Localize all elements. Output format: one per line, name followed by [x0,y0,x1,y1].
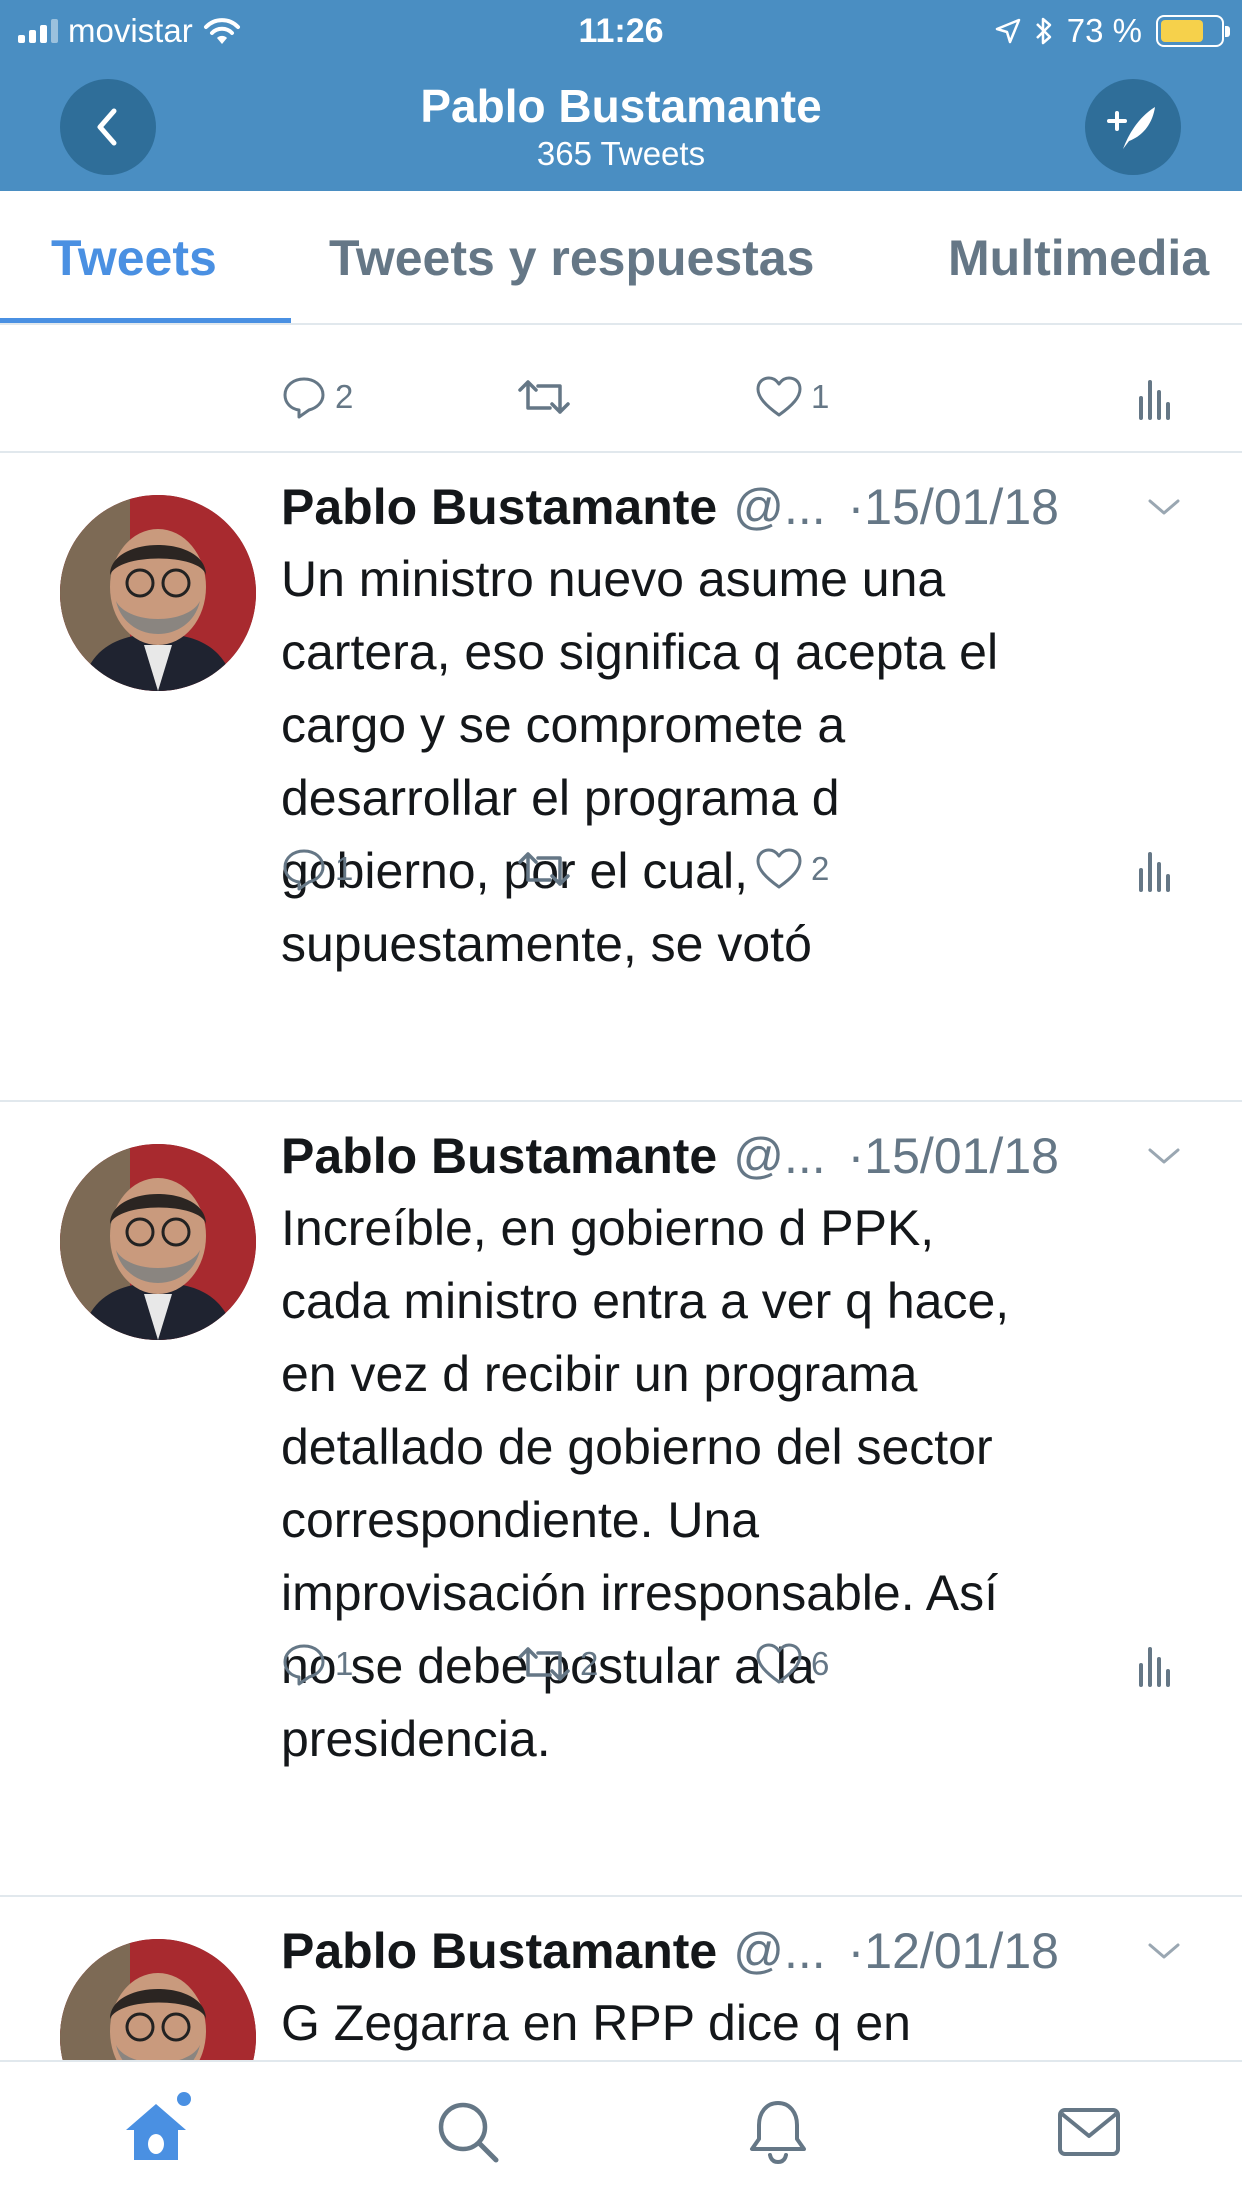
mail-icon [1058,2108,1120,2156]
chevron-down-icon[interactable] [1146,1935,1182,1965]
like-button[interactable]: 2 [755,839,829,899]
reply-icon [283,1644,325,1686]
tweet-author-name[interactable]: Pablo Bustamante [281,1922,717,1980]
heart-icon [756,1643,802,1684]
nav-search[interactable] [408,2062,528,2202]
bluetooth-icon [1035,17,1052,45]
reply-count: 1 [335,850,354,887]
tweet-actions: 1 2 6 [0,1634,1242,1694]
analytics-icon [1139,852,1170,892]
like-count: 2 [811,850,830,887]
analytics-icon [1139,380,1170,420]
header: movistar 11:26 73 % Pablo Bustamante 365… [0,0,1242,191]
like-button[interactable]: 1 [755,367,829,427]
tweet-feed[interactable]: 2 1 Pablo Bustamante @... ·15/01/18 Un m… [0,327,1242,2060]
chevron-down-icon[interactable] [1146,1140,1182,1170]
tweet-actions: 1 2 [0,839,1242,899]
search-icon [438,2102,499,2163]
compose-tweet-button[interactable] [1085,79,1181,175]
home-unread-dot [177,2092,191,2106]
tab-tweets-replies[interactable]: Tweets y respuestas [329,191,814,323]
profile-name-title: Pablo Bustamante [420,80,822,132]
retweet-icon [518,380,570,414]
chevron-down-icon[interactable] [1146,491,1182,521]
retweet-button[interactable] [516,367,580,427]
nav-notifications[interactable] [718,2062,838,2202]
avatar[interactable] [60,495,256,691]
analytics-button[interactable] [1136,1634,1172,1694]
location-arrow-icon [995,18,1021,44]
profile-tabs: Tweets Tweets y respuestas Multimedia [0,191,1242,325]
tab-tweets[interactable]: Tweets [51,191,217,323]
heart-icon [756,376,802,417]
reply-count: 2 [335,378,354,415]
bottom-tab-bar [0,2060,1242,2208]
analytics-icon [1139,1647,1170,1687]
bell-icon [750,2101,806,2165]
tweet-author-handle[interactable]: @... [733,478,825,536]
avatar[interactable] [60,1939,256,2060]
avatar[interactable] [60,1144,256,1340]
like-button[interactable]: 6 [755,1634,829,1694]
like-count: 1 [811,378,830,415]
tweet-author-handle[interactable]: @... [733,1127,825,1185]
tweet-date[interactable]: ·12/01/18 [848,1922,1059,1980]
like-count: 6 [811,1645,830,1682]
tweet-date[interactable]: ·15/01/18 [848,1127,1059,1185]
reply-button[interactable]: 1 [281,1634,353,1694]
analytics-button[interactable] [1136,367,1172,427]
tweet-text: Un ministro nuevo asume una cartera, eso… [281,551,999,972]
tweet-divider [0,451,1242,453]
nav-messages[interactable] [1029,2062,1149,2202]
status-bar: movistar 11:26 73 % [0,0,1242,62]
tweet-actions: 2 1 [0,367,1242,427]
tweet-author-name[interactable]: Pablo Bustamante [281,1127,717,1185]
reply-button[interactable]: 1 [281,839,353,899]
active-tab-indicator [0,318,291,323]
retweet-icon [518,852,570,886]
reply-count: 1 [335,1645,354,1682]
retweet-count: 2 [580,1645,599,1682]
tab-media[interactable]: Multimedia [948,191,1209,323]
compose-tweet-icon [1107,107,1155,149]
tweet-author-name[interactable]: Pablo Bustamante [281,478,717,536]
heart-icon [756,848,802,889]
home-icon [126,2104,186,2160]
reply-icon [283,377,325,419]
tweet-divider [0,1895,1242,1897]
reply-button[interactable]: 2 [281,367,353,427]
reply-icon [283,849,325,891]
tweet-divider [0,1100,1242,1102]
tweet-date[interactable]: ·15/01/18 [848,478,1059,536]
analytics-button[interactable] [1136,839,1172,899]
battery-percent: 73 % [1066,12,1142,49]
tweet-count: 365 Tweets [536,135,706,172]
retweet-button[interactable] [516,839,580,899]
nav-home[interactable] [96,2062,216,2202]
battery-icon [1156,15,1230,47]
retweet-button[interactable]: 2 [516,1634,598,1694]
tweet-text: G Zegarra en RPP dice q en [281,1995,911,2051]
tweet-author-handle[interactable]: @... [733,1922,825,1980]
retweet-icon [518,1647,570,1681]
